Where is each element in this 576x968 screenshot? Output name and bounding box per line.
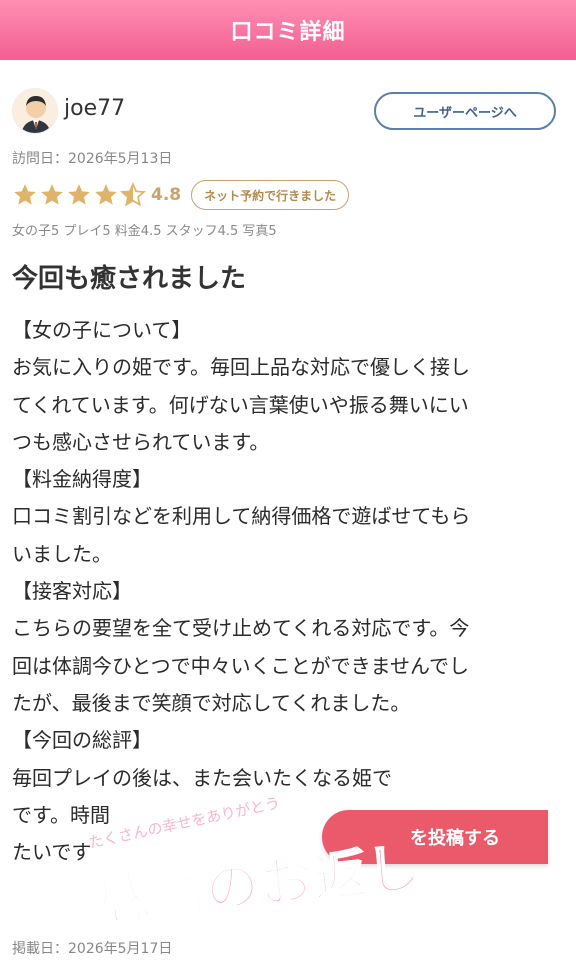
review-line: 【料金納得度】 <box>12 467 152 492</box>
review-line: つも感心させられています。 <box>12 429 270 454</box>
review-title: 今回も癒されました <box>12 264 247 294</box>
review-line: いました。 <box>12 541 112 566</box>
reservation-badge: ネット予約で行きました <box>191 180 350 210</box>
posted-date: 掲載日：2026年5月17日 <box>12 941 173 957</box>
review-line: 回は体調今ひとつで中々いくことができませんでし <box>12 653 469 678</box>
header-bar: 口コミ詳細 <box>0 0 576 60</box>
star-icon <box>14 184 36 205</box>
review-line: 【接客対応】 <box>12 579 132 604</box>
user-row: joe77 ユーザーページへ <box>12 88 564 138</box>
page-title: 口コミ詳細 <box>230 20 346 45</box>
rating-score: 4.8 <box>151 185 182 205</box>
review-line: 口コミ割引などを利用して納得価格で遊ばせてもら <box>12 504 471 529</box>
rating-row: 4.8 ネット予約で行きました <box>12 178 350 212</box>
userpage-button[interactable]: ユーザーページへ <box>374 92 556 130</box>
star-icon <box>68 184 90 205</box>
star-icon <box>95 184 117 205</box>
star-icon <box>41 184 63 205</box>
review-line: こちらの要望を全て受け止めてくれる対応です。今 <box>12 616 470 641</box>
star-rating <box>12 182 147 208</box>
review-line: 【女の子について】 <box>12 318 192 342</box>
half-star-icon <box>120 182 146 207</box>
user-avatar-icon[interactable] <box>12 88 58 134</box>
review-line: てくれています。何げない言葉使いや振る舞いにい <box>12 392 469 417</box>
post-review-button[interactable]: を投稿する <box>322 810 548 864</box>
review-body: 【女の子について】 お気に入りの姫です。毎回上品な対応で優しく接し てくれていま… <box>12 312 557 871</box>
review-line: 毎回プレイの後は、また会いたくなる姫で <box>12 765 392 790</box>
review-line: お気に入りの姫です。毎回上品な対応で優しく接し <box>12 355 470 380</box>
visit-date: 訪問日：2026年5月13日 <box>12 151 173 167</box>
sub-ratings: 女の子5 プレイ5 料金4.5 スタッフ4.5 写真5 <box>12 224 277 239</box>
username[interactable]: joe77 <box>64 96 125 121</box>
review-line: たが、最後まで笑顔で対応してくれました。 <box>12 690 411 715</box>
review-line: 【今回の総評】 <box>12 728 152 753</box>
